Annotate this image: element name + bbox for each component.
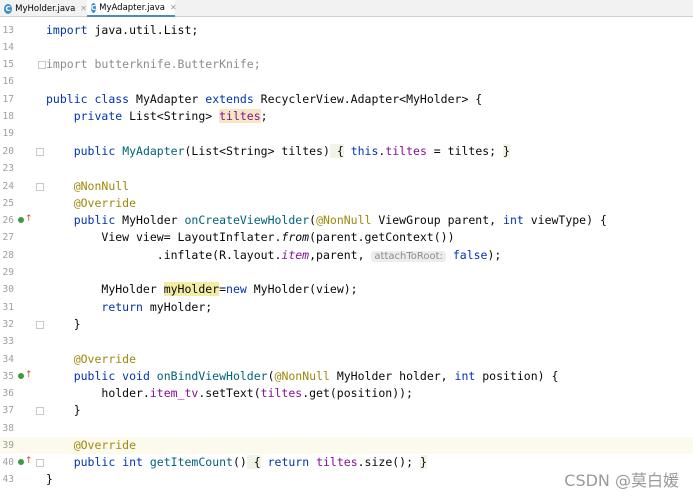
override-marker-icon[interactable] (18, 459, 24, 465)
fold-icon[interactable] (36, 321, 44, 329)
close-icon[interactable]: ✕ (170, 3, 177, 12)
line-number: 34 (2, 354, 14, 365)
code-line[interactable]: 26 ↑ public MyHolder onCreateViewHolder(… (0, 212, 693, 229)
code-line[interactable]: 19 (0, 125, 693, 142)
line-number: 39 (2, 440, 14, 451)
java-class-icon: C (4, 3, 13, 14)
code-line[interactable]: 30 MyHolder myHolder=new MyHolder(view); (0, 281, 693, 298)
line-number: 18 (2, 111, 14, 122)
implements-arrow-icon[interactable]: ↑ (25, 370, 33, 381)
code-text: } (73, 317, 81, 331)
line-number: 24 (2, 181, 14, 192)
code-text: MyHolder myHolder=new MyHolder(view); (101, 282, 358, 296)
line-number: 38 (2, 423, 14, 434)
code-text: private List<String> tiltes; (73, 109, 268, 123)
code-text: import java.util.List; (46, 23, 199, 37)
code-line[interactable]: 13 import java.util.List; (0, 22, 693, 39)
code-line[interactable]: 35 ↑ public void onBindViewHolder(@NonNu… (0, 368, 693, 385)
code-line[interactable]: 33 (0, 333, 693, 350)
fold-icon[interactable] (36, 459, 44, 467)
line-number: 40 (2, 457, 14, 468)
watermark: CSDN @莫白媛 (564, 471, 679, 490)
code-text: return myHolder; (101, 300, 213, 314)
line-number: 31 (2, 302, 14, 313)
code-line[interactable]: 16 (0, 73, 693, 90)
implements-arrow-icon[interactable]: ↑ (25, 214, 33, 225)
close-icon[interactable]: ✕ (80, 4, 87, 13)
code-text: @Override (73, 196, 137, 210)
code-line[interactable]: 36 holder.item_tv.setText(tiltes.get(pos… (0, 385, 693, 402)
code-line-current[interactable]: 39 @Override (0, 437, 693, 454)
line-number: 19 (2, 128, 14, 139)
java-class-icon: C (91, 2, 97, 13)
line-number: 17 (2, 94, 14, 105)
line-number: 15 (2, 59, 14, 70)
line-number: 29 (2, 267, 14, 278)
line-number: 33 (2, 336, 14, 347)
code-text: @Override (73, 438, 137, 452)
tab-myadapter-java[interactable]: C MyAdapter.java ✕ (87, 0, 177, 17)
code-line[interactable]: 18 private List<String> tiltes; (0, 108, 693, 125)
code-line[interactable]: 17 public class MyAdapter extends Recycl… (0, 91, 693, 108)
line-number: 23 (2, 163, 14, 174)
code-text: public class MyAdapter extends RecyclerV… (46, 92, 483, 106)
code-line[interactable]: 24 @NonNull (0, 178, 693, 195)
code-line[interactable]: 29 (0, 264, 693, 281)
line-number: 14 (2, 42, 14, 53)
code-text: } (46, 472, 53, 486)
line-number: 35 (2, 371, 14, 382)
line-number: 43 (2, 474, 14, 485)
code-text: public void onBindViewHolder(@NonNull My… (73, 369, 559, 383)
code-text: @Override (73, 352, 137, 366)
line-number: 16 (2, 76, 14, 87)
override-marker-icon[interactable] (18, 373, 24, 379)
code-text: holder.item_tv.setText(tiltes.get(positi… (101, 386, 413, 400)
code-line[interactable]: 27 View view= LayoutInflater.from(parent… (0, 229, 693, 246)
code-text: .inflate(R.layout.item,parent, attachToR… (156, 248, 502, 262)
editor-tab-bar: C MyHolder.java ✕ C MyAdapter.java ✕ (0, 0, 693, 17)
code-line[interactable]: 32 } (0, 316, 693, 333)
code-line[interactable]: 23 (0, 160, 693, 177)
line-number: 27 (2, 232, 14, 243)
fold-icon[interactable] (38, 61, 46, 69)
code-text: public MyHolder onCreateViewHolder(@NonN… (73, 213, 607, 227)
code-line[interactable]: 34 @Override (0, 351, 693, 368)
override-marker-icon[interactable] (18, 217, 24, 223)
code-text: } (73, 403, 81, 417)
line-number: 13 (2, 25, 14, 36)
code-line[interactable]: 37 } (0, 402, 693, 419)
code-line[interactable]: 15 import butterknife.ButterKnife; (0, 56, 693, 73)
tab-label: MyHolder.java (15, 3, 76, 14)
line-number: 26 (2, 215, 14, 226)
code-line[interactable]: 25 @Override (0, 195, 693, 212)
line-number: 30 (2, 284, 14, 295)
code-text: public MyAdapter(List<String> tiltes) { … (73, 144, 510, 158)
code-text: View view= LayoutInflater.from(parent.ge… (101, 230, 455, 244)
fold-icon[interactable] (36, 183, 44, 191)
code-text: public int getItemCount() { return tilte… (73, 455, 427, 469)
line-number: 36 (2, 388, 14, 399)
line-number: 25 (2, 198, 14, 209)
code-line[interactable]: 14 (0, 39, 693, 56)
line-number: 37 (2, 405, 14, 416)
code-line[interactable]: 20 public MyAdapter(List<String> tiltes)… (0, 143, 693, 160)
tab-label: MyAdapter.java (99, 2, 165, 13)
code-line[interactable]: 31 return myHolder; (0, 299, 693, 316)
parameter-hint: attachToRoot: (371, 251, 446, 262)
fold-icon[interactable] (36, 148, 44, 156)
line-number: 32 (2, 319, 14, 330)
code-text: @NonNull (73, 179, 130, 193)
implements-arrow-icon[interactable]: ↑ (25, 456, 33, 467)
line-number: 28 (2, 250, 14, 261)
fold-icon[interactable] (36, 407, 44, 415)
code-line[interactable]: 38 (0, 420, 693, 437)
tab-myholder-java[interactable]: C MyHolder.java ✕ (0, 0, 87, 17)
code-line[interactable]: 28 .inflate(R.layout.item,parent, attach… (0, 247, 693, 264)
code-text: import butterknife.ButterKnife; (46, 57, 261, 71)
line-number: 20 (2, 146, 14, 157)
